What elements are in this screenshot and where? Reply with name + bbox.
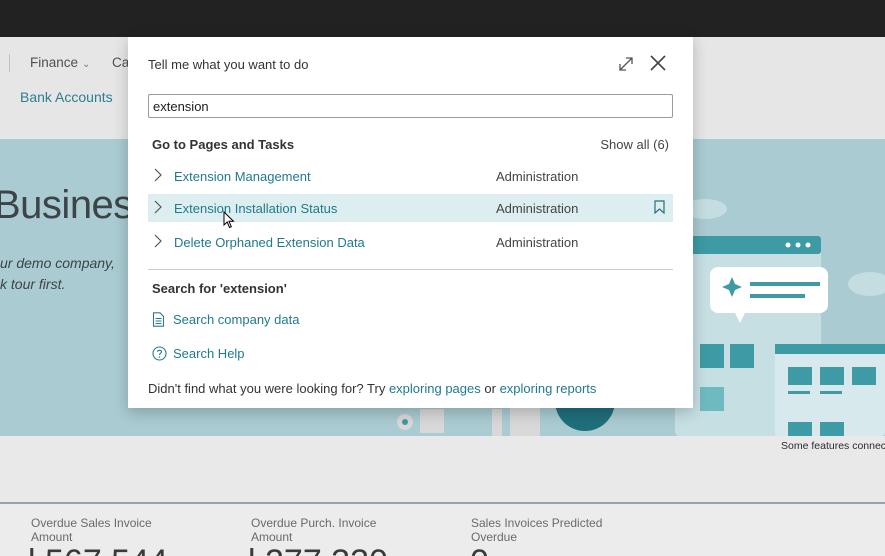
nav-separator (9, 54, 10, 72)
search-help-link[interactable]: Search Help (152, 344, 272, 364)
help-circle-icon (152, 346, 167, 361)
tell-me-dialog: Tell me what you want to do Go to Pages … (128, 37, 693, 408)
top-app-bar (0, 0, 885, 37)
banner-subtitle-line2: k tour first. (0, 276, 66, 292)
show-all-link[interactable]: Show all (6) (600, 137, 669, 152)
kpi-overdue-sales-label: Overdue Sales Invoice Amount (31, 516, 152, 544)
banner-subtitle-line1: ur demo company, (0, 255, 115, 271)
kpi-predicted-overdue-label: Sales Invoices Predicted Overdue (471, 516, 602, 544)
expand-icon[interactable] (616, 54, 636, 74)
chevron-right-icon (154, 168, 162, 182)
search-company-data-link[interactable]: Search company data (152, 310, 332, 330)
dialog-separator (148, 269, 673, 270)
kpi-label-line1: Overdue Sales Invoice (31, 516, 152, 530)
kpi-predicted-overdue-value[interactable]: 0 (470, 542, 489, 556)
bookmark-icon[interactable] (654, 200, 665, 214)
dialog-footer: Didn't find what you were looking for? T… (148, 381, 596, 396)
result-name: Delete Orphaned Extension Data (174, 235, 365, 250)
document-icon (152, 312, 165, 327)
pages-tasks-heading: Go to Pages and Tasks (152, 137, 295, 152)
chevron-down-icon: ⌄ (82, 59, 91, 70)
nav-menu-ca[interactable]: Ca (112, 55, 129, 70)
footer-or: or (484, 381, 496, 396)
kpi-label-line2: Overdue (471, 530, 518, 544)
result-name: Extension Management (174, 169, 311, 184)
exploring-pages-link[interactable]: exploring pages (389, 381, 481, 396)
result-category: Administration (496, 169, 579, 184)
kpi-overdue-purch-value[interactable]: ł 277,330 (248, 542, 388, 556)
kpi-overdue-sales-value[interactable]: ł 567,544 (28, 542, 168, 556)
nav-link-bank-accounts[interactable]: Bank Accounts (20, 89, 113, 105)
close-icon[interactable] (648, 53, 668, 73)
kpi-area: Overdue Sales Invoice Amount ł 567,544 O… (0, 504, 885, 556)
dialog-title: Tell me what you want to do (148, 57, 309, 72)
chevron-right-icon (154, 234, 162, 248)
result-category: Administration (496, 235, 579, 250)
result-category: Administration (496, 201, 579, 216)
kpi-label-line1: Sales Invoices Predicted (471, 516, 603, 530)
nav-menu-finance-label: Finance (30, 55, 79, 70)
result-row[interactable]: Extension Management Administration (148, 162, 673, 190)
result-name: Extension Installation Status (174, 201, 338, 216)
nav-menu-finance[interactable]: Finance ⌄ (30, 55, 90, 70)
search-company-data-label: Search company data (173, 312, 300, 327)
result-row-selected[interactable]: Extension Installation Status Administra… (148, 194, 673, 222)
content-area (0, 436, 885, 502)
chevron-right-icon (154, 200, 162, 214)
footer-prefix: Didn't find what you were looking for? T… (148, 381, 386, 396)
search-input[interactable] (148, 94, 673, 118)
features-notice: Some features connect (781, 440, 885, 452)
result-row[interactable]: Delete Orphaned Extension Data Administr… (148, 228, 673, 256)
search-for-heading: Search for 'extension' (152, 281, 287, 296)
kpi-overdue-purch-label: Overdue Purch. Invoice Amount (251, 516, 376, 544)
search-help-label: Search Help (173, 346, 245, 361)
exploring-reports-link[interactable]: exploring reports (500, 381, 597, 396)
kpi-label-line1: Overdue Purch. Invoice (251, 516, 377, 530)
